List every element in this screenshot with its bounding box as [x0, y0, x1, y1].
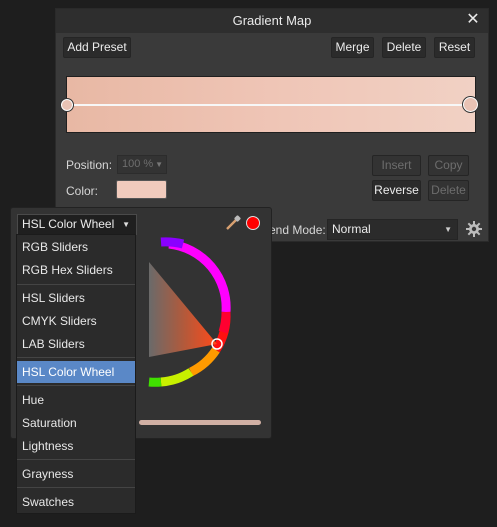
reset-button[interactable]: Reset [434, 37, 475, 58]
color-swatch[interactable] [116, 180, 167, 199]
current-color-swatch[interactable] [246, 216, 260, 230]
menu-separator [17, 357, 135, 358]
delete-stop-button[interactable]: Delete [428, 180, 469, 201]
blend-mode-label: end Mode: [269, 223, 326, 237]
menu-item-hsl-color-wheel[interactable]: HSL Color Wheel [17, 361, 135, 383]
opacity-slider[interactable] [139, 420, 261, 425]
color-mode-dropdown: RGB Sliders RGB Hex Sliders HSL Sliders … [16, 234, 136, 514]
menu-item-rgb-hex-sliders[interactable]: RGB Hex Sliders [17, 259, 135, 281]
color-mode-value: HSL Color Wheel [22, 217, 115, 231]
merge-button[interactable]: Merge [331, 37, 374, 58]
menu-item-cmyk-sliders[interactable]: CMYK Sliders [17, 310, 135, 332]
dialog-title: Gradient Map [232, 13, 312, 28]
menu-separator [17, 487, 135, 488]
hsl-color-wheel[interactable] [121, 232, 233, 402]
gradient-stop-right[interactable] [463, 97, 478, 112]
settings-gear-icon[interactable] [465, 220, 483, 238]
delete-button[interactable]: Delete [382, 37, 426, 58]
chevron-down-icon: ▼ [444, 225, 452, 234]
insert-button[interactable]: Insert [372, 155, 421, 176]
menu-item-swatches[interactable]: Swatches [17, 491, 135, 513]
position-field[interactable]: 100 % ▼ [117, 155, 167, 174]
menu-item-rgb-sliders[interactable]: RGB Sliders [17, 236, 135, 258]
reverse-button[interactable]: Reverse [372, 180, 421, 201]
copy-button[interactable]: Copy [428, 155, 469, 176]
close-icon[interactable]: ✕ [464, 11, 482, 29]
eyedropper-icon[interactable] [224, 214, 242, 232]
blend-mode-value: Normal [332, 222, 371, 236]
menu-item-grayness[interactable]: Grayness [17, 463, 135, 485]
chevron-down-icon: ▼ [122, 220, 130, 229]
menu-item-lightness[interactable]: Lightness [17, 435, 135, 457]
menu-separator [17, 385, 135, 386]
blend-mode-select[interactable]: Normal ▼ [327, 219, 458, 240]
color-mode-select[interactable]: HSL Color Wheel ▼ [17, 214, 137, 235]
add-preset-button[interactable]: Add Preset [63, 37, 131, 58]
gradient-preview[interactable] [61, 76, 478, 133]
menu-item-hue[interactable]: Hue [17, 389, 135, 411]
menu-item-lab-sliders[interactable]: LAB Sliders [17, 333, 135, 355]
menu-item-saturation[interactable]: Saturation [17, 412, 135, 434]
gradient-stop-left[interactable] [61, 99, 73, 111]
menu-item-hsl-sliders[interactable]: HSL Sliders [17, 287, 135, 309]
menu-separator [17, 459, 135, 460]
menu-separator [17, 284, 135, 285]
gradient-track [67, 104, 475, 106]
position-value: 100 % [122, 158, 154, 170]
chevron-down-icon: ▼ [155, 160, 163, 169]
color-label: Color: [66, 184, 99, 198]
position-label: Position: [66, 158, 113, 172]
